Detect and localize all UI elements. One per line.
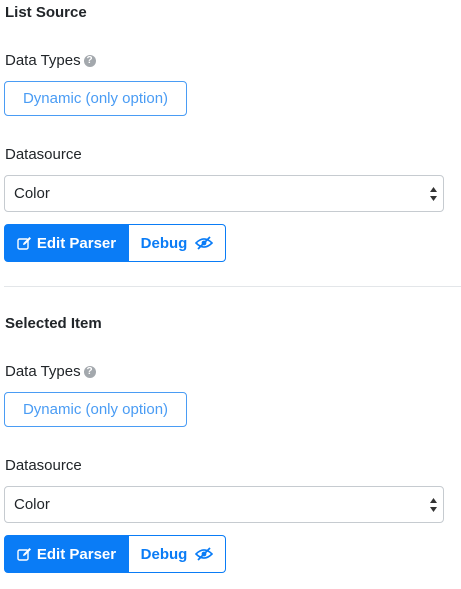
list-source-title: List Source	[5, 4, 87, 21]
question-circle-icon[interactable]: ?	[83, 365, 96, 378]
selected-item-parser-button-group: Edit Parser Debug	[4, 535, 226, 573]
eye-slash-icon	[195, 547, 214, 561]
edit-icon	[17, 237, 31, 250]
section-divider	[4, 286, 461, 287]
debug-button[interactable]: Debug	[129, 535, 226, 573]
datasource-select-value: Color	[14, 185, 50, 202]
selected-item-datasource-select[interactable]: Color	[4, 486, 444, 523]
list-source-datasource-label: Datasource	[5, 146, 82, 163]
selected-item-dynamic-button[interactable]: Dynamic (only option)	[4, 392, 187, 427]
selected-item-datasource-label: Datasource	[5, 457, 82, 474]
list-source-data-types-label: Data Types ?	[5, 52, 96, 69]
data-types-label-text: Data Types	[5, 52, 81, 69]
question-circle-icon[interactable]: ?	[83, 54, 96, 67]
data-types-label-text: Data Types	[5, 363, 81, 380]
selected-item-title: Selected Item	[5, 315, 102, 332]
edit-icon	[17, 548, 31, 561]
eye-slash-icon	[195, 236, 214, 250]
select-arrows-icon	[430, 498, 437, 512]
debug-label: Debug	[140, 234, 188, 252]
list-source-datasource-select[interactable]: Color	[4, 175, 444, 212]
selected-item-data-types-label: Data Types ?	[5, 363, 96, 380]
edit-parser-button[interactable]: Edit Parser	[4, 224, 129, 262]
list-source-parser-button-group: Edit Parser Debug	[4, 224, 226, 262]
edit-parser-label: Edit Parser	[36, 545, 117, 563]
debug-label: Debug	[140, 545, 188, 563]
datasource-select-value: Color	[14, 496, 50, 513]
list-source-dynamic-button[interactable]: Dynamic (only option)	[4, 81, 187, 116]
edit-parser-button[interactable]: Edit Parser	[4, 535, 129, 573]
debug-button[interactable]: Debug	[129, 224, 226, 262]
edit-parser-label: Edit Parser	[36, 234, 117, 252]
select-arrows-icon	[430, 187, 437, 201]
